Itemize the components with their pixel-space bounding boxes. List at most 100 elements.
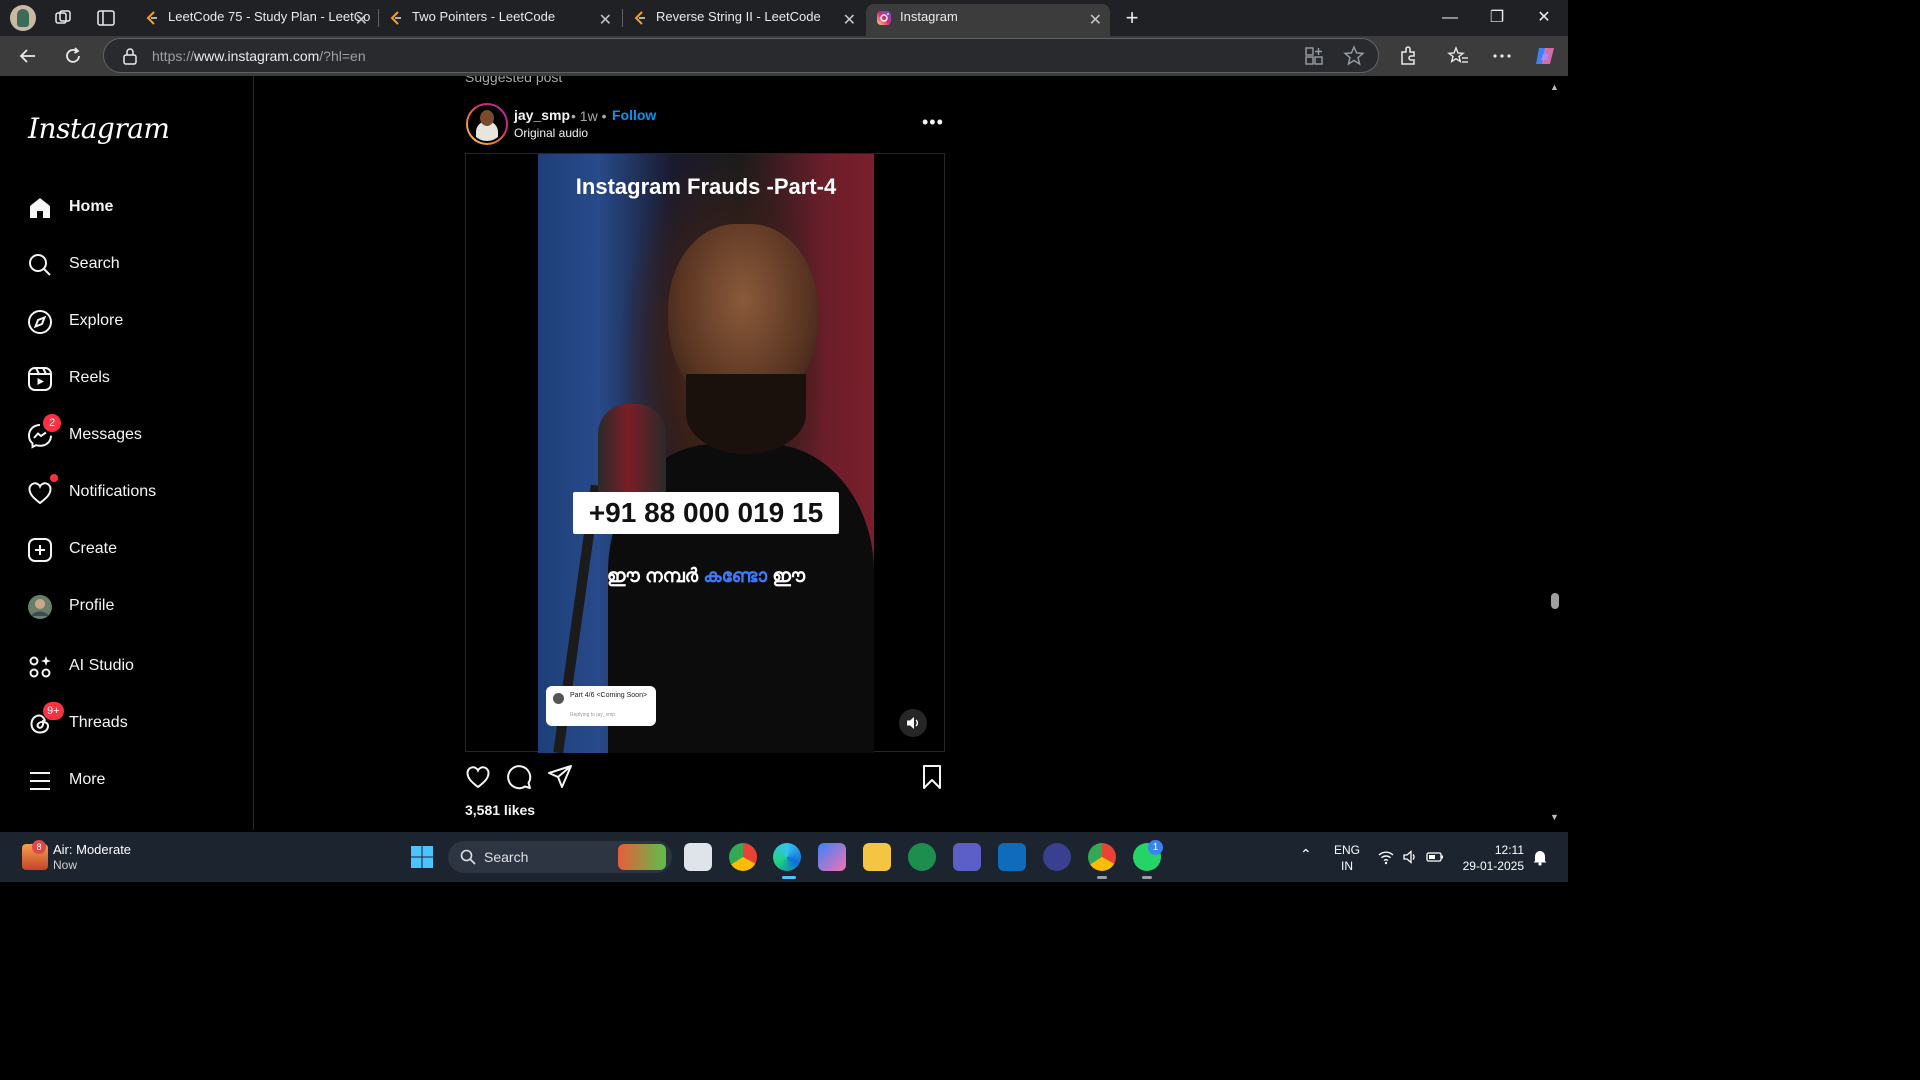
copilot-icon[interactable] (1533, 44, 1557, 68)
page-scrollbar[interactable]: ▲ ▼ (1545, 76, 1565, 830)
leetcode-favicon-icon (146, 11, 157, 25)
address-bar[interactable]: https://www.instagram.com/?hl=en (103, 38, 1379, 73)
tab-instagram[interactable]: Instagram ✕ (866, 4, 1110, 36)
post-author-avatar[interactable] (466, 103, 508, 145)
sidebar-item-search[interactable]: Search (17, 241, 242, 289)
close-window-button[interactable]: ✕ (1521, 4, 1567, 32)
new-tab-button[interactable]: + (1110, 4, 1154, 32)
search-icon (29, 254, 51, 276)
sidebar-item-create[interactable]: Create (17, 526, 242, 574)
messages-badge: 2 (43, 414, 61, 432)
sidebar-item-messages[interactable]: 2 Messages (17, 412, 242, 460)
file-explorer-icon[interactable] (863, 843, 891, 871)
phone-number-overlay: +91 88 000 019 15 (573, 492, 839, 534)
sidebar-item-label: Search (69, 255, 120, 272)
save-bookmark-icon[interactable] (919, 764, 945, 790)
windows-start-icon[interactable] (410, 845, 434, 869)
audio-toggle-icon[interactable] (899, 709, 927, 737)
tab-close-icon[interactable]: ✕ (599, 8, 612, 34)
comment-icon[interactable] (506, 764, 532, 790)
sidebar-item-home[interactable]: Home (17, 184, 242, 232)
scroll-down-arrow-icon[interactable]: ▼ (1550, 812, 1559, 822)
tray-chevron-up-icon[interactable]: ⌃ (1300, 846, 1312, 863)
weather-title[interactable]: Air: Moderate (53, 842, 131, 857)
ai-studio-icon (29, 656, 51, 678)
mongodb-compass-icon[interactable] (908, 843, 936, 871)
tab-reverse-string[interactable]: Reverse String II - LeetCode ✕ (622, 4, 864, 36)
wifi-icon[interactable] (1378, 849, 1394, 865)
likes-count[interactable]: 3,581 likes (465, 802, 535, 818)
restore-button[interactable]: ❐ (1474, 4, 1520, 32)
whatsapp-badge: 1 (1148, 840, 1163, 855)
app-available-icon[interactable] (1302, 44, 1326, 68)
chrome-test-icon[interactable] (1088, 843, 1116, 871)
url-text[interactable]: https://www.instagram.com/?hl=en (152, 48, 366, 64)
sidebar-item-profile[interactable]: Profile (17, 583, 242, 631)
sidebar-item-label: AI Studio (69, 657, 134, 674)
clock[interactable]: 12:11 29-01-2025 (1452, 842, 1524, 874)
compass-icon (28, 310, 52, 334)
minimize-button[interactable]: — (1427, 4, 1473, 32)
copilot-app-icon[interactable] (818, 843, 846, 871)
favorites-icon[interactable] (1446, 44, 1470, 68)
back-arrow-icon[interactable] (16, 44, 40, 68)
tab-title: LeetCode 75 - Study Plan - LeetCo (168, 9, 371, 24)
tab-title: Instagram (900, 9, 958, 24)
sidebar-item-threads[interactable]: 9+ Threads (17, 700, 242, 748)
extensions-icon[interactable] (1396, 44, 1420, 68)
notification-bell-icon[interactable] (1532, 848, 1548, 866)
sidebar-item-explore[interactable]: Explore (17, 298, 242, 346)
edge-icon[interactable] (773, 843, 801, 871)
tab-title: Reverse String II - LeetCode (656, 9, 821, 24)
tab-close-icon[interactable]: ✕ (843, 8, 856, 34)
tab-two-pointers[interactable]: Two Pointers - LeetCode ✕ (378, 4, 620, 36)
tab-leetcode-75[interactable]: LeetCode 75 - Study Plan - LeetCo ✕ (134, 4, 376, 36)
sidebar-item-label: Profile (69, 597, 115, 614)
scrollbar-thumb[interactable] (1551, 593, 1559, 609)
original-audio-link[interactable]: Original audio (514, 126, 588, 140)
dismiss-chevron-icon[interactable]: ⌃ (929, 76, 942, 88)
notification-dot (50, 474, 58, 482)
sidebar-item-more[interactable]: More (17, 757, 242, 805)
sidebar-item-label: Home (69, 198, 114, 215)
instagram-logo[interactable]: Instagram (28, 112, 170, 145)
tab-close-icon[interactable]: ✕ (355, 8, 368, 34)
sidebar-item-label: Threads (69, 714, 128, 731)
taskbar-search[interactable]: Search (448, 841, 672, 873)
app-icon[interactable] (1043, 843, 1071, 871)
browser-toolbar: https://www.instagram.com/?hl=en (0, 36, 1568, 76)
settings-more-icon[interactable] (1490, 44, 1514, 68)
lock-icon[interactable] (122, 47, 138, 65)
teams-icon[interactable] (953, 843, 981, 871)
favorite-star-icon[interactable] (1342, 44, 1366, 68)
post-username[interactable]: jay_smp (514, 107, 570, 123)
chrome-icon[interactable] (729, 843, 757, 871)
workspaces-icon[interactable] (53, 8, 73, 28)
threads-badge: 9+ (43, 702, 64, 720)
post-media[interactable]: Instagram Frauds -Part-4 +91 88 000 019 … (465, 153, 945, 753)
browser-profile-avatar[interactable] (10, 5, 36, 31)
refresh-icon[interactable] (61, 44, 85, 68)
sidebar-nav: Instagram Home Search Explore Reels 2 Me… (5, 76, 254, 830)
sidebar-item-notifications[interactable]: Notifications (17, 469, 242, 517)
sidebar-item-reels[interactable]: Reels (17, 355, 242, 403)
scroll-up-arrow-icon[interactable]: ▲ (1550, 82, 1559, 92)
search-highlight-image (618, 844, 666, 870)
tab-close-icon[interactable]: ✕ (1089, 8, 1102, 34)
sidebar-item-ai-studio[interactable]: AI Studio (17, 643, 242, 691)
like-heart-icon[interactable] (465, 764, 491, 790)
tab-actions-icon[interactable] (96, 8, 116, 28)
leetcode-favicon-icon (634, 11, 645, 25)
language-indicator[interactable]: ENG IN (1334, 842, 1360, 874)
volume-icon[interactable] (1402, 849, 1418, 865)
outlook-icon[interactable] (998, 843, 1026, 871)
task-view-icon[interactable] (684, 843, 712, 871)
instagram-page: Instagram Home Search Explore Reels 2 Me… (5, 76, 1545, 830)
battery-icon[interactable] (1426, 849, 1444, 865)
sidebar-item-label: Reels (69, 369, 110, 386)
reel-video[interactable]: Instagram Frauds -Part-4 +91 88 000 019 … (538, 154, 874, 753)
follow-button[interactable]: Follow (612, 107, 656, 123)
search-icon (460, 849, 476, 865)
share-send-icon[interactable] (547, 764, 573, 790)
post-more-options-icon[interactable]: ••• (922, 112, 944, 133)
